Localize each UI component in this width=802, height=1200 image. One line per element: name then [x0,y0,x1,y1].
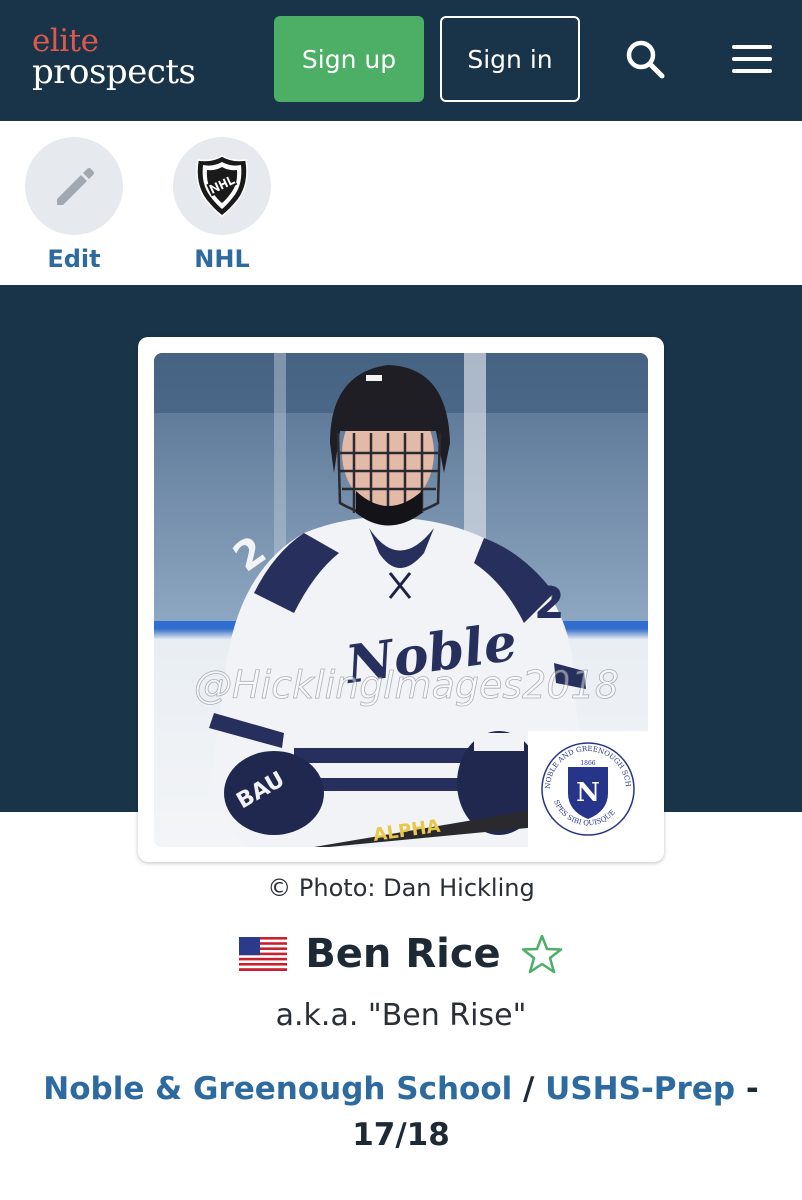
star-outline-icon[interactable] [521,933,563,975]
usa-flag-icon [239,937,288,971]
shortcut-bar: Edit NHL [0,121,802,285]
photo-watermark: @HicklingImages2018 [194,663,619,707]
edit-circle [25,137,123,235]
site-header: elite prospects Sign up Sign in [0,0,802,121]
player-photo-card: 2 2 Noble BAU ALPHA @HicklingImages2018 … [138,337,664,862]
shortcut-edit[interactable]: Edit [24,137,124,273]
team-league-season: Noble & Greenough School / USHS-Prep - 1… [20,1066,782,1158]
shortcut-nhl-label: NHL [194,245,250,273]
photo-credit: © Photo: Dan Hickling [267,874,535,902]
player-name: Ben Rice [305,931,501,977]
league-link[interactable]: USHS-Prep [545,1071,735,1107]
search-icon[interactable] [624,38,666,80]
team-link[interactable]: Noble & Greenough School [43,1071,512,1107]
player-name-row: Ben Rice [0,928,802,980]
season: 17/18 [352,1117,450,1153]
svg-text:N: N [576,778,600,808]
player-aka: a.k.a. "Ben Rise" [275,998,527,1033]
crest-year: 1866 [580,760,595,767]
sign-in-button[interactable]: Sign in [440,16,580,102]
team-separator: / [523,1071,535,1107]
pencil-icon [57,168,94,205]
season-dash: - [745,1071,759,1107]
player-photo-illustration: 2 2 Noble BAU ALPHA @HicklingImages2018 … [154,353,648,847]
hamburger-menu-icon[interactable] [732,45,772,73]
nhl-circle [173,137,271,235]
logo-line-prospects: prospects [32,52,196,92]
shortcut-edit-label: Edit [47,245,101,273]
sign-up-button[interactable]: Sign up [274,16,424,102]
jersey-number: 2 [534,578,565,629]
nhl-shield-icon [196,155,248,217]
shortcut-nhl[interactable]: NHL [172,137,272,273]
elite-prospects-logo[interactable]: elite prospects [32,26,196,92]
player-photo[interactable]: 2 2 Noble BAU ALPHA @HicklingImages2018 … [154,353,648,847]
